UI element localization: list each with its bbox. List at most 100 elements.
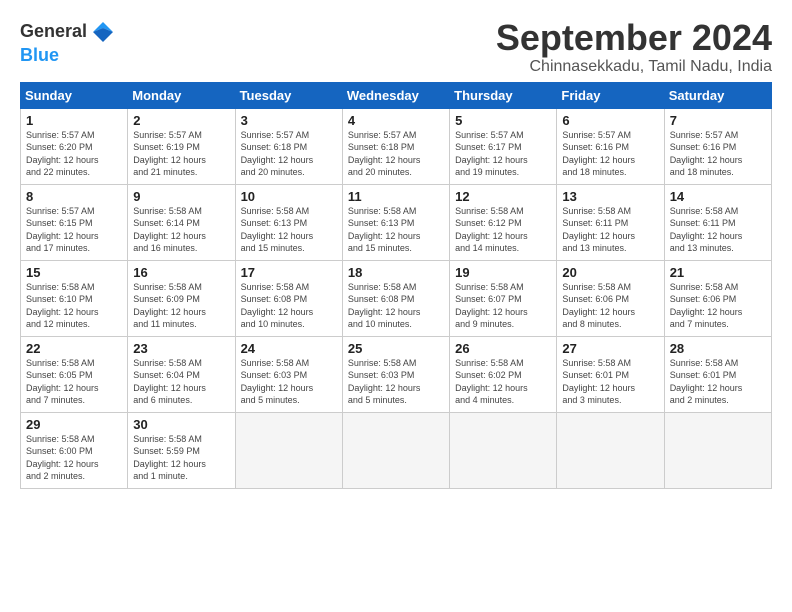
- location-title: Chinnasekkadu, Tamil Nadu, India: [496, 58, 772, 76]
- day-info: Sunrise: 5:57 AMSunset: 6:16 PMDaylight:…: [562, 129, 659, 179]
- day-info: Sunrise: 5:58 AMSunset: 6:05 PMDaylight:…: [26, 357, 123, 407]
- calendar-cell: 25 Sunrise: 5:58 AMSunset: 6:03 PMDaylig…: [342, 336, 449, 412]
- day-number: 25: [348, 341, 445, 356]
- day-number: 30: [133, 417, 230, 432]
- day-number: 17: [241, 265, 338, 280]
- calendar-cell: [342, 412, 449, 488]
- day-info: Sunrise: 5:58 AMSunset: 6:01 PMDaylight:…: [562, 357, 659, 407]
- week-row-1: 1 Sunrise: 5:57 AMSunset: 6:20 PMDayligh…: [21, 108, 772, 184]
- day-number: 14: [670, 189, 767, 204]
- day-info: Sunrise: 5:57 AMSunset: 6:19 PMDaylight:…: [133, 129, 230, 179]
- day-header-thursday: Thursday: [450, 82, 557, 108]
- calendar-cell: [235, 412, 342, 488]
- day-number: 1: [26, 113, 123, 128]
- calendar-cell: 26 Sunrise: 5:58 AMSunset: 6:02 PMDaylig…: [450, 336, 557, 412]
- day-info: Sunrise: 5:58 AMSunset: 6:08 PMDaylight:…: [348, 281, 445, 331]
- logo-text: General: [20, 22, 87, 42]
- day-info: Sunrise: 5:58 AMSunset: 6:09 PMDaylight:…: [133, 281, 230, 331]
- day-info: Sunrise: 5:58 AMSunset: 6:03 PMDaylight:…: [241, 357, 338, 407]
- calendar-cell: 30 Sunrise: 5:58 AMSunset: 5:59 PMDaylig…: [128, 412, 235, 488]
- day-info: Sunrise: 5:58 AMSunset: 6:06 PMDaylight:…: [670, 281, 767, 331]
- day-number: 27: [562, 341, 659, 356]
- day-info: Sunrise: 5:57 AMSunset: 6:15 PMDaylight:…: [26, 205, 123, 255]
- day-info: Sunrise: 5:57 AMSunset: 6:17 PMDaylight:…: [455, 129, 552, 179]
- day-number: 6: [562, 113, 659, 128]
- day-info: Sunrise: 5:58 AMSunset: 6:02 PMDaylight:…: [455, 357, 552, 407]
- logo: General Blue: [20, 18, 117, 66]
- calendar-cell: 24 Sunrise: 5:58 AMSunset: 6:03 PMDaylig…: [235, 336, 342, 412]
- calendar-cell: 3 Sunrise: 5:57 AMSunset: 6:18 PMDayligh…: [235, 108, 342, 184]
- calendar-cell: 12 Sunrise: 5:58 AMSunset: 6:12 PMDaylig…: [450, 184, 557, 260]
- month-title: September 2024: [496, 18, 772, 58]
- calendar-cell: 18 Sunrise: 5:58 AMSunset: 6:08 PMDaylig…: [342, 260, 449, 336]
- day-info: Sunrise: 5:58 AMSunset: 6:06 PMDaylight:…: [562, 281, 659, 331]
- day-info: Sunrise: 5:58 AMSunset: 6:10 PMDaylight:…: [26, 281, 123, 331]
- day-info: Sunrise: 5:57 AMSunset: 6:18 PMDaylight:…: [348, 129, 445, 179]
- day-info: Sunrise: 5:58 AMSunset: 6:00 PMDaylight:…: [26, 433, 123, 483]
- day-header-saturday: Saturday: [664, 82, 771, 108]
- calendar-cell: 13 Sunrise: 5:58 AMSunset: 6:11 PMDaylig…: [557, 184, 664, 260]
- calendar-cell: 15 Sunrise: 5:58 AMSunset: 6:10 PMDaylig…: [21, 260, 128, 336]
- day-header-sunday: Sunday: [21, 82, 128, 108]
- day-info: Sunrise: 5:58 AMSunset: 6:13 PMDaylight:…: [348, 205, 445, 255]
- day-number: 10: [241, 189, 338, 204]
- calendar-cell: 16 Sunrise: 5:58 AMSunset: 6:09 PMDaylig…: [128, 260, 235, 336]
- header: General Blue September 2024 Chinnasekkad…: [20, 18, 772, 76]
- calendar-table: SundayMondayTuesdayWednesdayThursdayFrid…: [20, 82, 772, 489]
- day-number: 11: [348, 189, 445, 204]
- calendar-cell: 22 Sunrise: 5:58 AMSunset: 6:05 PMDaylig…: [21, 336, 128, 412]
- day-info: Sunrise: 5:58 AMSunset: 6:04 PMDaylight:…: [133, 357, 230, 407]
- calendar-cell: 23 Sunrise: 5:58 AMSunset: 6:04 PMDaylig…: [128, 336, 235, 412]
- day-info: Sunrise: 5:58 AMSunset: 6:08 PMDaylight:…: [241, 281, 338, 331]
- page: General Blue September 2024 Chinnasekkad…: [0, 0, 792, 499]
- day-info: Sunrise: 5:57 AMSunset: 6:16 PMDaylight:…: [670, 129, 767, 179]
- day-header-wednesday: Wednesday: [342, 82, 449, 108]
- calendar-cell: [664, 412, 771, 488]
- calendar-cell: 29 Sunrise: 5:58 AMSunset: 6:00 PMDaylig…: [21, 412, 128, 488]
- day-number: 13: [562, 189, 659, 204]
- day-number: 16: [133, 265, 230, 280]
- day-number: 22: [26, 341, 123, 356]
- calendar-cell: 7 Sunrise: 5:57 AMSunset: 6:16 PMDayligh…: [664, 108, 771, 184]
- calendar-cell: 5 Sunrise: 5:57 AMSunset: 6:17 PMDayligh…: [450, 108, 557, 184]
- calendar-cell: 11 Sunrise: 5:58 AMSunset: 6:13 PMDaylig…: [342, 184, 449, 260]
- week-row-4: 22 Sunrise: 5:58 AMSunset: 6:05 PMDaylig…: [21, 336, 772, 412]
- day-number: 2: [133, 113, 230, 128]
- calendar-cell: 1 Sunrise: 5:57 AMSunset: 6:20 PMDayligh…: [21, 108, 128, 184]
- logo-icon: [89, 18, 117, 46]
- day-info: Sunrise: 5:58 AMSunset: 6:13 PMDaylight:…: [241, 205, 338, 255]
- calendar-cell: 8 Sunrise: 5:57 AMSunset: 6:15 PMDayligh…: [21, 184, 128, 260]
- day-number: 8: [26, 189, 123, 204]
- calendar-cell: 27 Sunrise: 5:58 AMSunset: 6:01 PMDaylig…: [557, 336, 664, 412]
- week-row-2: 8 Sunrise: 5:57 AMSunset: 6:15 PMDayligh…: [21, 184, 772, 260]
- day-number: 20: [562, 265, 659, 280]
- day-number: 24: [241, 341, 338, 356]
- calendar-cell: 2 Sunrise: 5:57 AMSunset: 6:19 PMDayligh…: [128, 108, 235, 184]
- day-number: 3: [241, 113, 338, 128]
- day-info: Sunrise: 5:58 AMSunset: 6:11 PMDaylight:…: [562, 205, 659, 255]
- calendar-cell: 10 Sunrise: 5:58 AMSunset: 6:13 PMDaylig…: [235, 184, 342, 260]
- day-info: Sunrise: 5:58 AMSunset: 6:01 PMDaylight:…: [670, 357, 767, 407]
- calendar-cell: [557, 412, 664, 488]
- day-info: Sunrise: 5:58 AMSunset: 6:11 PMDaylight:…: [670, 205, 767, 255]
- day-info: Sunrise: 5:58 AMSunset: 6:03 PMDaylight:…: [348, 357, 445, 407]
- day-number: 9: [133, 189, 230, 204]
- calendar-cell: 19 Sunrise: 5:58 AMSunset: 6:07 PMDaylig…: [450, 260, 557, 336]
- day-number: 18: [348, 265, 445, 280]
- title-block: September 2024 Chinnasekkadu, Tamil Nadu…: [496, 18, 772, 76]
- calendar-cell: 20 Sunrise: 5:58 AMSunset: 6:06 PMDaylig…: [557, 260, 664, 336]
- day-number: 23: [133, 341, 230, 356]
- week-row-5: 29 Sunrise: 5:58 AMSunset: 6:00 PMDaylig…: [21, 412, 772, 488]
- day-number: 7: [670, 113, 767, 128]
- calendar-cell: 4 Sunrise: 5:57 AMSunset: 6:18 PMDayligh…: [342, 108, 449, 184]
- day-number: 29: [26, 417, 123, 432]
- day-number: 26: [455, 341, 552, 356]
- day-info: Sunrise: 5:58 AMSunset: 5:59 PMDaylight:…: [133, 433, 230, 483]
- day-header-monday: Monday: [128, 82, 235, 108]
- day-info: Sunrise: 5:57 AMSunset: 6:20 PMDaylight:…: [26, 129, 123, 179]
- calendar-cell: 6 Sunrise: 5:57 AMSunset: 6:16 PMDayligh…: [557, 108, 664, 184]
- day-number: 12: [455, 189, 552, 204]
- week-row-3: 15 Sunrise: 5:58 AMSunset: 6:10 PMDaylig…: [21, 260, 772, 336]
- day-number: 21: [670, 265, 767, 280]
- day-number: 5: [455, 113, 552, 128]
